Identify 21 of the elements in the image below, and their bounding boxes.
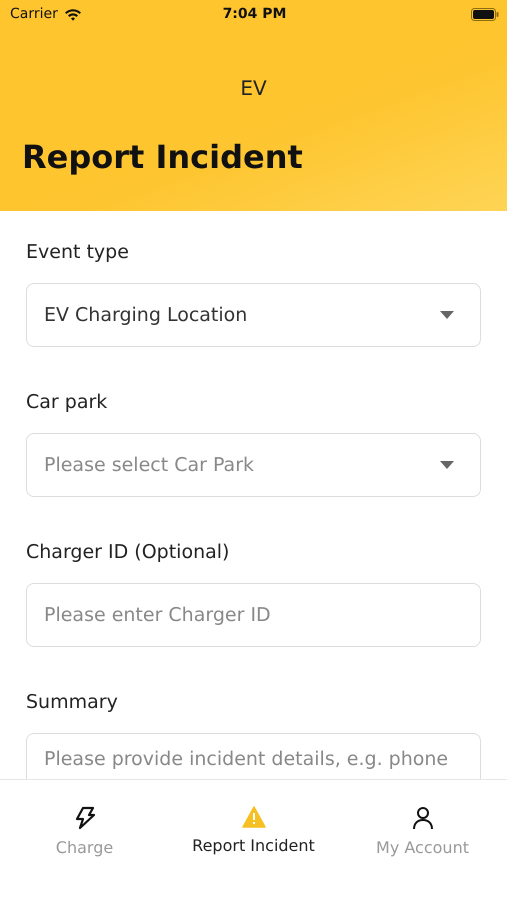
dropdown-field[interactable]: EV Charging Location <box>26 283 481 347</box>
dropdown-field[interactable]: Please select Car Park <box>26 433 481 497</box>
field-label: Car park <box>26 391 108 413</box>
person-icon <box>412 806 434 830</box>
tab-bar-item[interactable]: My Account <box>338 806 507 900</box>
tab-bar-item[interactable]: Charge <box>0 806 169 900</box>
dropdown-caret-icon <box>440 311 454 319</box>
field-label: Event type <box>26 241 130 263</box>
warning-icon <box>242 806 266 828</box>
input-field[interactable]: Please enter Charger ID <box>26 583 481 647</box>
lightning-bolt-icon <box>74 806 96 830</box>
app-name: EV <box>239 76 268 100</box>
tab-bar-item[interactable]: Report Incident <box>169 806 338 900</box>
dropdown-caret-icon <box>440 461 454 469</box>
carrier-label: Carrier <box>10 6 58 22</box>
status-time: 7:04 PM <box>222 6 286 22</box>
field-label: Summary <box>26 691 119 713</box>
field-label: Charger ID (Optional) <box>26 541 230 563</box>
page-title: Report Incident <box>22 138 304 176</box>
wifi-icon <box>64 8 82 20</box>
battery-icon <box>471 8 500 20</box>
